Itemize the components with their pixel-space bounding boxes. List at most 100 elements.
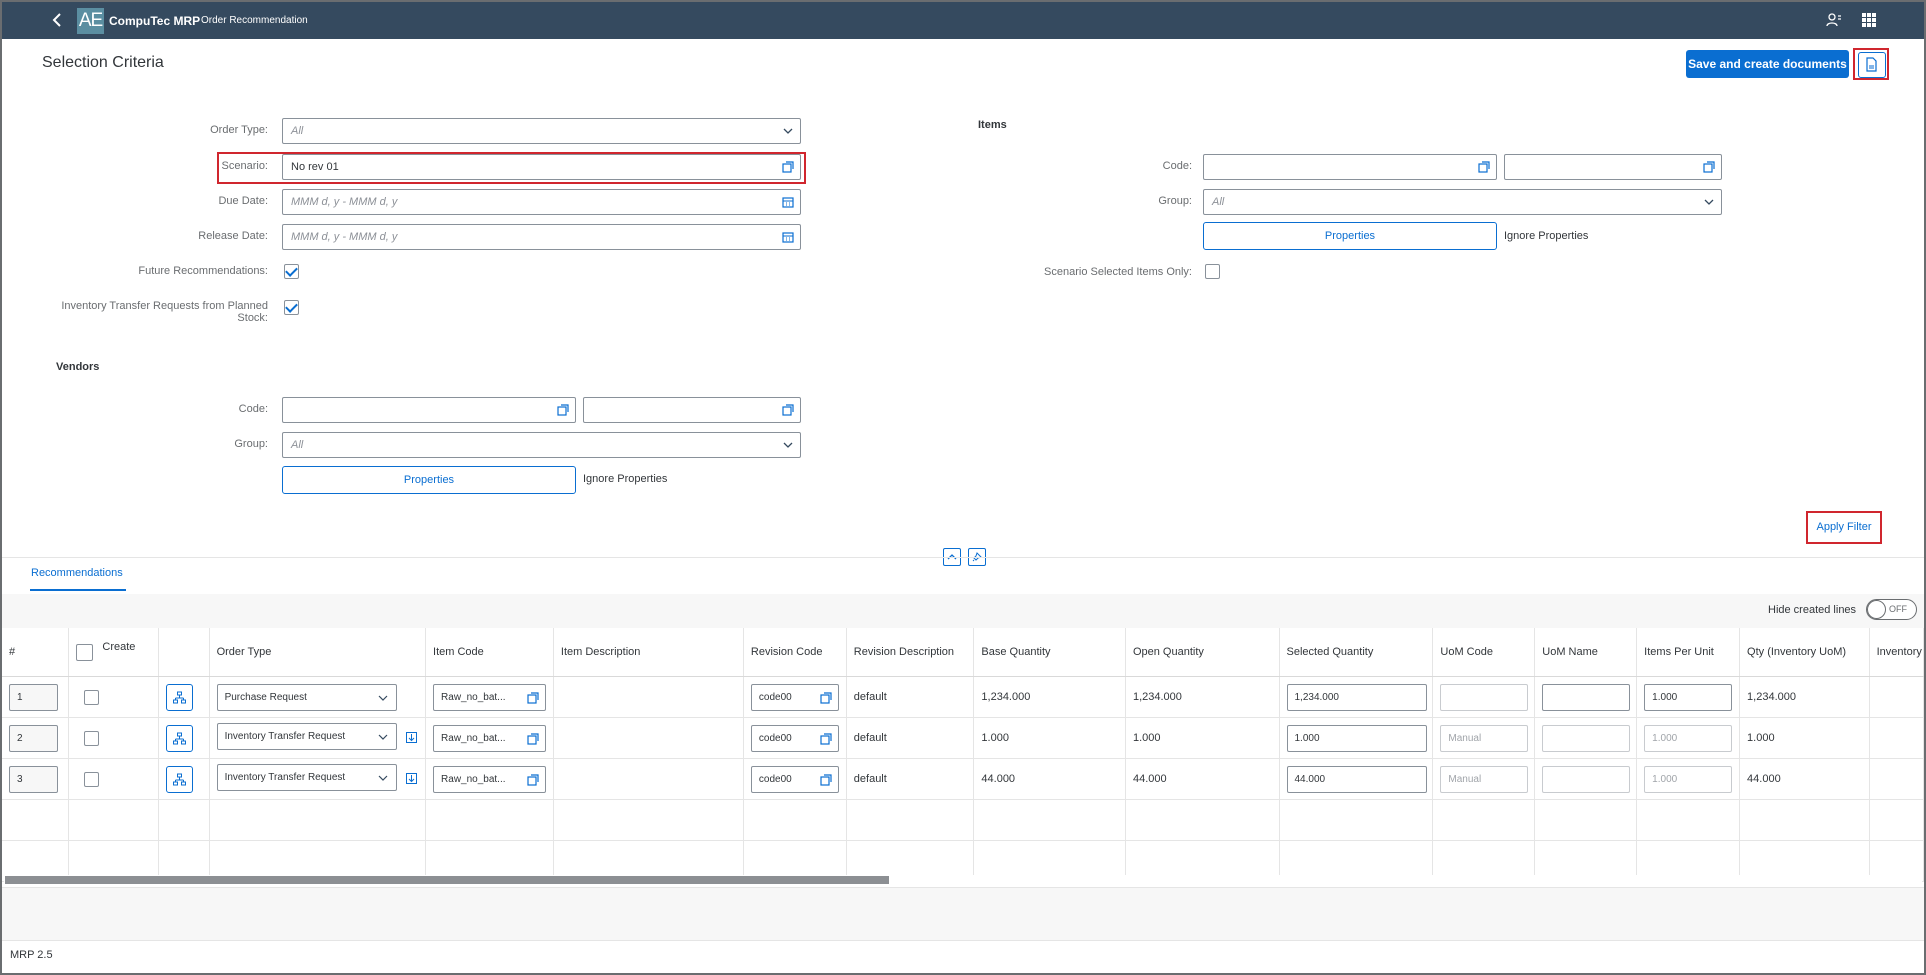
col-uom-code: UoM Code bbox=[1432, 628, 1536, 677]
due-date-input[interactable]: MMM d, y - MMM d, y bbox=[282, 189, 801, 215]
item-code-input[interactable]: Raw_no_bat... bbox=[433, 765, 547, 793]
value-help-icon[interactable] bbox=[557, 404, 569, 416]
uom-name-input[interactable] bbox=[1542, 683, 1631, 711]
revision-code-input[interactable]: code00 bbox=[750, 683, 839, 711]
value-help-icon[interactable] bbox=[820, 732, 832, 745]
transfer-info-icon[interactable] bbox=[405, 732, 417, 743]
create-checkbox[interactable] bbox=[84, 730, 100, 746]
structure-button[interactable] bbox=[165, 724, 193, 752]
table-header-row: # Create Order Type Item Code Item Descr… bbox=[2, 628, 1924, 677]
uom-code-input[interactable]: Manual bbox=[1440, 765, 1529, 793]
itr-checkbox[interactable] bbox=[284, 300, 299, 315]
future-recommendations-checkbox[interactable] bbox=[284, 264, 299, 279]
item-description-cell bbox=[553, 676, 744, 718]
scrollbar-thumb[interactable] bbox=[5, 876, 889, 884]
vendor-properties-button[interactable]: Properties bbox=[282, 466, 576, 494]
uom-name-input[interactable] bbox=[1542, 765, 1631, 793]
value-help-icon[interactable] bbox=[820, 691, 832, 704]
inventory-cell bbox=[1869, 717, 1924, 759]
col-structure bbox=[158, 628, 210, 677]
item-code-input[interactable]: Raw_no_bat... bbox=[433, 683, 547, 711]
vendor-code-from-input[interactable] bbox=[282, 397, 576, 423]
col-revision-code: Revision Code bbox=[743, 628, 847, 677]
items-heading: Items bbox=[978, 119, 1007, 131]
document-settings-button[interactable] bbox=[1858, 52, 1886, 78]
base-quantity-cell: 44.000 bbox=[973, 758, 1126, 800]
chevron-down-icon bbox=[378, 695, 388, 701]
uom-code-input[interactable]: Manual bbox=[1440, 724, 1529, 752]
value-help-icon[interactable] bbox=[782, 161, 794, 173]
order-type-select[interactable]: Purchase Request bbox=[216, 683, 397, 711]
revision-code-value: code00 bbox=[758, 773, 792, 785]
order-type-select[interactable]: Inventory Transfer Request bbox=[216, 764, 397, 791]
app-grid-icon[interactable] bbox=[1861, 12, 1877, 28]
uom-name-input[interactable] bbox=[1542, 724, 1631, 752]
item-code-label: Code: bbox=[1162, 160, 1192, 172]
revision-code-input[interactable]: code00 bbox=[750, 765, 839, 793]
item-properties-button[interactable]: Properties bbox=[1203, 222, 1497, 250]
back-arrow-icon[interactable] bbox=[50, 11, 66, 29]
item-group-value: All bbox=[1212, 196, 1225, 208]
item-code-input[interactable]: Raw_no_bat... bbox=[433, 724, 547, 752]
vendor-ignore-properties[interactable]: Ignore Properties bbox=[583, 473, 667, 485]
item-code-from-input[interactable] bbox=[1203, 154, 1497, 180]
tab-recommendations[interactable]: Recommendations bbox=[31, 567, 123, 579]
order-type-value: Inventory Transfer Request bbox=[224, 772, 346, 783]
col-num: # bbox=[2, 628, 70, 677]
chevron-down-icon bbox=[783, 128, 793, 134]
revision-code-input[interactable]: code00 bbox=[750, 724, 839, 752]
select-all-checkbox[interactable] bbox=[76, 643, 94, 661]
scenario-selected-items-label: Scenario Selected Items Only: bbox=[1044, 266, 1192, 278]
order-type-select[interactable]: Inventory Transfer Request bbox=[216, 723, 397, 750]
apply-filter-button[interactable]: Apply Filter bbox=[1810, 515, 1878, 540]
create-checkbox[interactable] bbox=[84, 689, 100, 705]
table-row: 1 Purchase Request Raw_no_bat... code00 … bbox=[2, 676, 1924, 718]
app-window: AE CompuTec MRP Order Recommendation Sel… bbox=[0, 0, 1926, 975]
value-help-icon[interactable] bbox=[527, 691, 539, 704]
value-help-icon[interactable] bbox=[782, 404, 794, 416]
release-date-input[interactable]: MMM d, y - MMM d, y bbox=[282, 224, 801, 250]
revision-description-cell: default bbox=[846, 758, 975, 800]
items-per-unit-input[interactable]: 1.000 bbox=[1644, 765, 1733, 793]
vendor-group-select[interactable]: All bbox=[282, 432, 801, 458]
user-settings-icon[interactable] bbox=[1826, 12, 1842, 28]
uom-code-input[interactable] bbox=[1440, 683, 1529, 711]
qty-inventory-uom-cell: 44.000 bbox=[1739, 758, 1870, 800]
scenario-selected-items-checkbox[interactable] bbox=[1205, 264, 1220, 279]
structure-button[interactable] bbox=[165, 683, 193, 711]
tab-bar bbox=[2, 557, 1924, 595]
item-code-to-input[interactable] bbox=[1504, 154, 1722, 180]
selected-quantity-input[interactable]: 1,234.000 bbox=[1286, 683, 1427, 711]
value-help-icon[interactable] bbox=[1478, 161, 1490, 173]
calendar-icon[interactable] bbox=[782, 231, 794, 243]
value-help-icon[interactable] bbox=[527, 773, 539, 786]
value-help-icon[interactable] bbox=[820, 773, 832, 786]
page-title: Selection Criteria bbox=[42, 54, 164, 71]
items-per-unit-input[interactable]: 1.000 bbox=[1644, 724, 1733, 752]
tab-underline bbox=[30, 589, 126, 591]
order-type-select[interactable]: All bbox=[282, 118, 801, 144]
item-group-label: Group: bbox=[1158, 195, 1192, 207]
qty-inventory-uom-cell: 1,234.000 bbox=[1739, 676, 1870, 718]
selected-quantity-input[interactable]: 44.000 bbox=[1286, 765, 1427, 793]
col-create: Create bbox=[68, 628, 159, 677]
vendor-group-value: All bbox=[291, 439, 304, 451]
value-help-icon[interactable] bbox=[1703, 161, 1715, 173]
create-checkbox[interactable] bbox=[84, 771, 100, 787]
structure-button[interactable] bbox=[165, 765, 193, 793]
item-ignore-properties[interactable]: Ignore Properties bbox=[1504, 230, 1588, 242]
items-per-unit-input[interactable]: 1.000 bbox=[1644, 683, 1733, 711]
save-and-create-button[interactable]: Save and create documents bbox=[1686, 50, 1849, 78]
value-help-icon[interactable] bbox=[527, 732, 539, 745]
transfer-info-icon[interactable] bbox=[405, 773, 417, 784]
selected-quantity-input[interactable]: 1.000 bbox=[1286, 724, 1427, 752]
due-date-label: Due Date: bbox=[218, 195, 268, 207]
table-toolbar bbox=[2, 594, 1924, 629]
scenario-field[interactable]: No rev 01 bbox=[282, 154, 801, 180]
calendar-icon[interactable] bbox=[782, 196, 794, 208]
vendor-code-to-input[interactable] bbox=[583, 397, 801, 423]
item-group-select[interactable]: All bbox=[1203, 189, 1722, 215]
base-quantity-cell: 1.000 bbox=[973, 717, 1126, 759]
hide-created-lines-label: Hide created lines bbox=[1768, 604, 1857, 616]
open-quantity-cell: 1.000 bbox=[1125, 717, 1280, 759]
